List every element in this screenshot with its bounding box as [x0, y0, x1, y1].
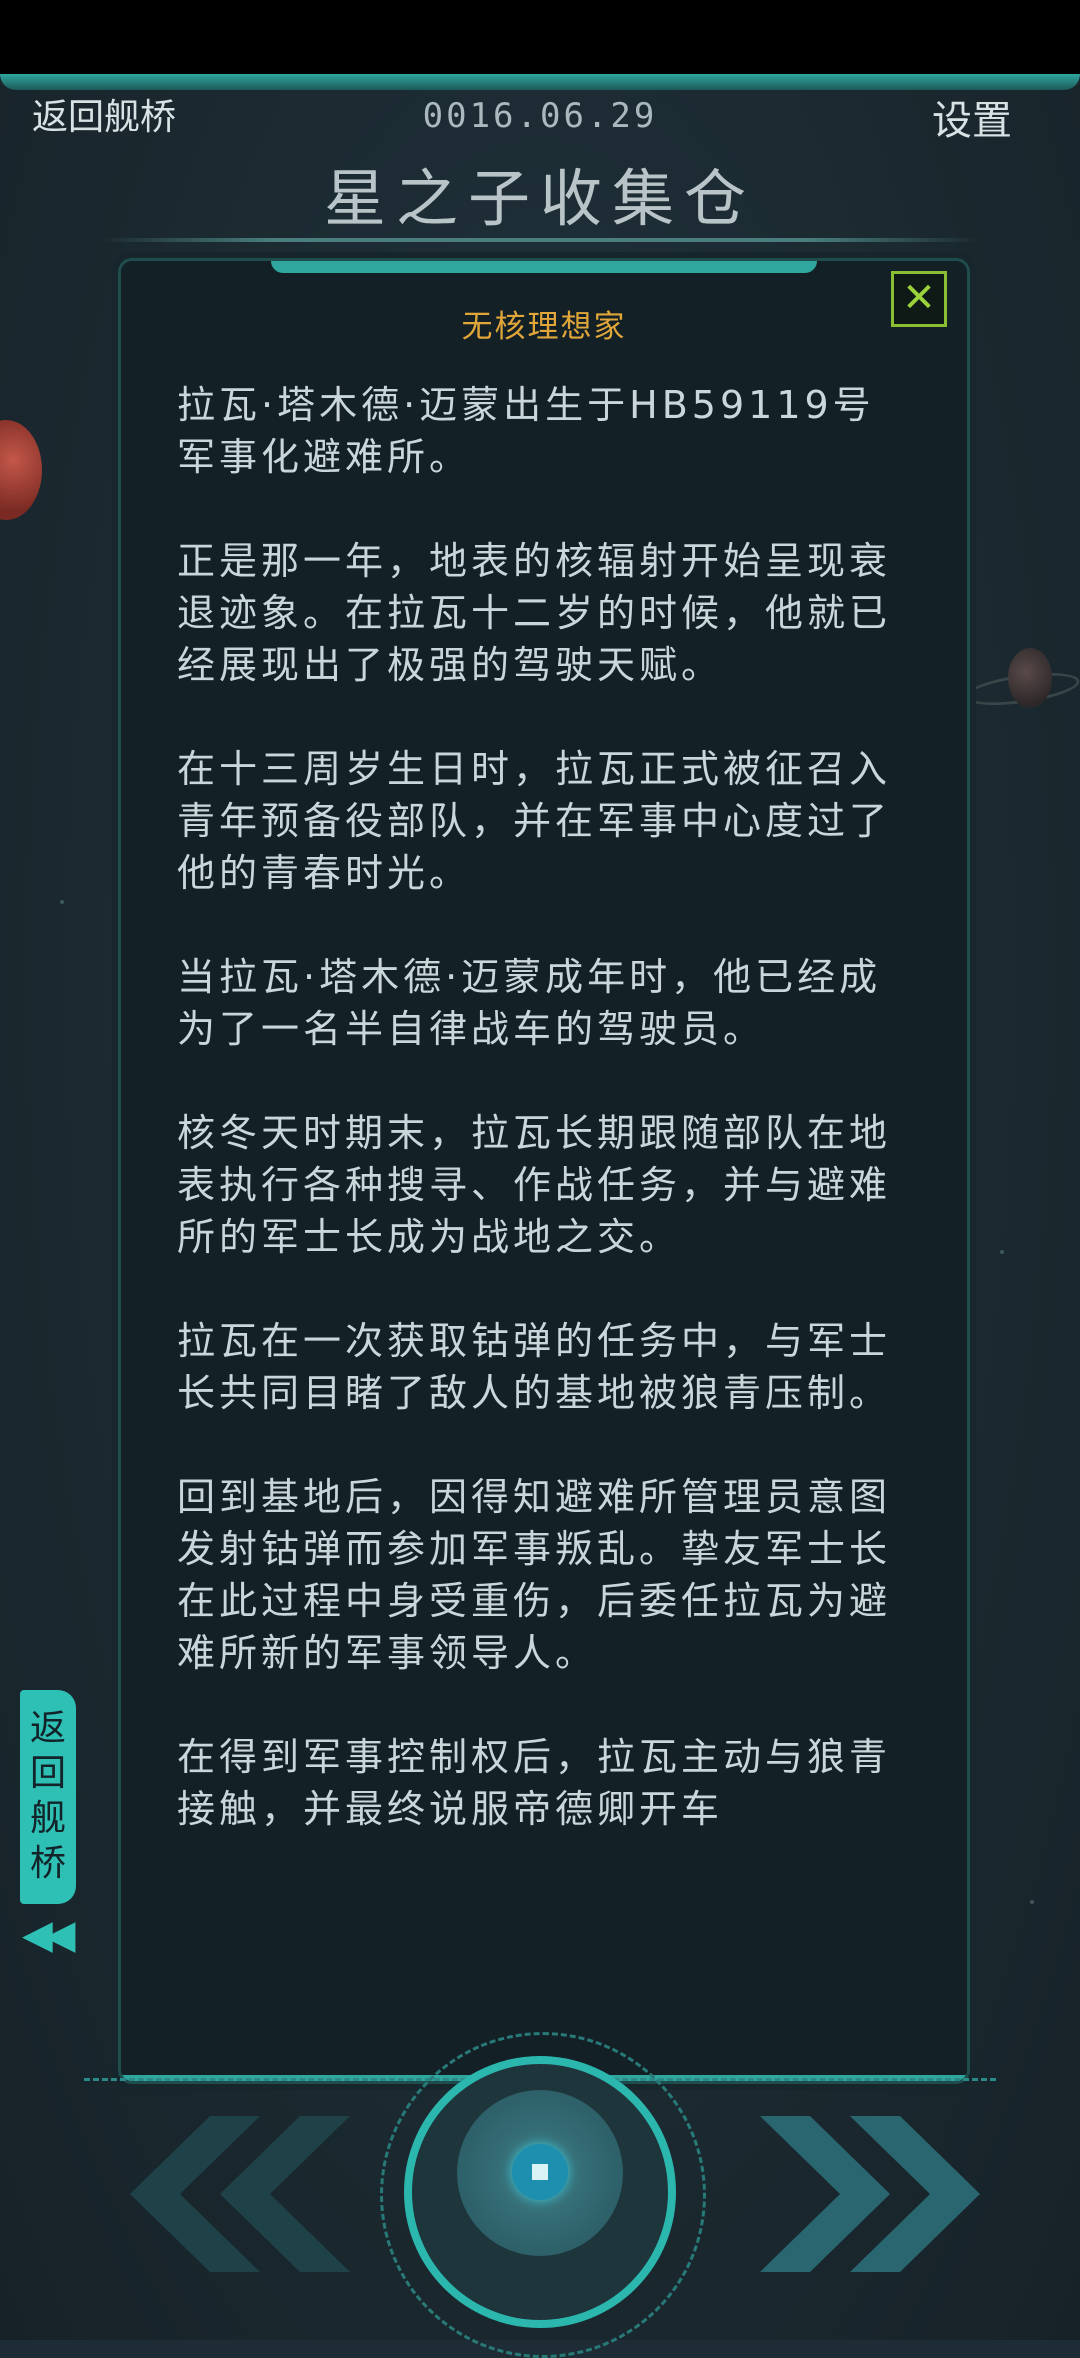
- title-divider: [100, 238, 980, 242]
- story-paragraph: 回到基地后，因得知避难所管理员意图发射钴弹而参加军事叛乱。挚友军士长在此过程中身…: [177, 1475, 892, 1675]
- star: [1000, 1250, 1004, 1254]
- panel-heading: 无核理想家: [461, 309, 627, 345]
- game-date: 0016.06.29: [422, 96, 658, 136]
- hub-center-icon: [532, 2164, 548, 2180]
- ringed-planet-decoration: [1008, 648, 1052, 708]
- story-paragraph: 正是那一年，地表的核辐射开始呈现衰退迹象。在拉瓦十二岁的时候，他就已经展现出了极…: [177, 539, 892, 687]
- status-bar: [0, 0, 1080, 74]
- story-paragraph: 当拉瓦·塔木德·迈蒙成年时，他已经成为了一名半自律战车的驾驶员。: [177, 955, 882, 1051]
- double-chevron-left-icon[interactable]: [100, 2116, 350, 2272]
- story-paragraph: 核冬天时期末，拉瓦长期跟随部队在地表执行各种搜寻、作战任务，并与避难所的军士长成…: [177, 1111, 892, 1259]
- star: [1030, 1900, 1034, 1904]
- story-panel: 无核理想家 ✕ 拉瓦·塔木德·迈蒙出生于HB59119号军事化避难所。 正是那一…: [118, 258, 970, 2084]
- close-icon[interactable]: ✕: [891, 271, 947, 327]
- page-title: 星之子收集仓: [323, 162, 756, 235]
- double-chevron-left-icon[interactable]: ◀◀: [22, 1912, 75, 1958]
- side-back-to-bridge-tab[interactable]: 返回舰桥: [20, 1690, 76, 1904]
- side-tab-label: 返回舰桥: [29, 1708, 66, 1884]
- story-text-scroll[interactable]: 拉瓦·塔木德·迈蒙出生于HB59119号军事化避难所。 正是那一年，地表的核辐射…: [177, 379, 907, 2059]
- star: [60, 900, 64, 904]
- double-chevron-right-icon[interactable]: [760, 2116, 980, 2272]
- story-paragraph: 拉瓦在一次获取钴弹的任务中，与军士长共同目睹了敌人的基地被狼青压制。: [177, 1319, 892, 1415]
- settings-button[interactable]: 设置: [932, 88, 1012, 146]
- story-paragraph: 拉瓦·塔木德·迈蒙出生于HB59119号军事化避难所。: [177, 383, 875, 479]
- story-paragraph: 在十三周岁生日时，拉瓦正式被征召入青年预备役部队，并在军事中心度过了他的青春时光…: [177, 747, 892, 895]
- story-paragraph: 在得到军事控制权后，拉瓦主动与狼青接触，并最终说服帝德卿开车: [177, 1735, 892, 1831]
- panel-top-accent: [271, 261, 817, 273]
